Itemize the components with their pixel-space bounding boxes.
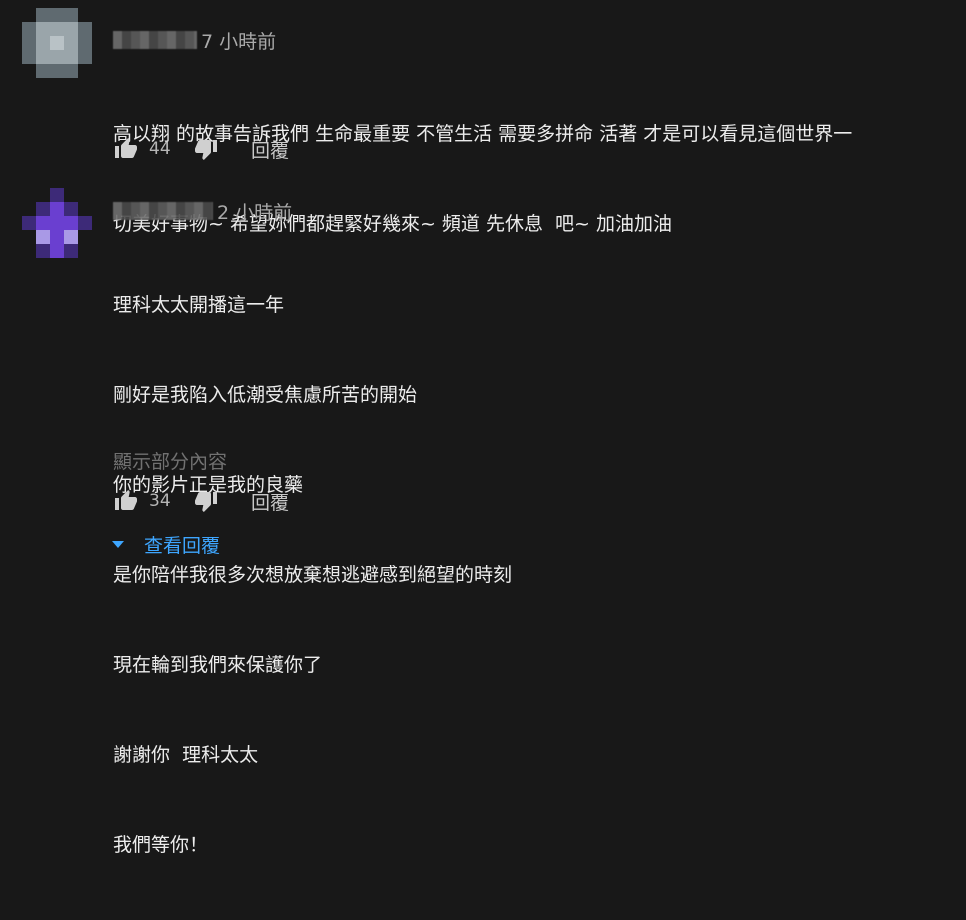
- avatar-pixel: [64, 36, 78, 50]
- comment-header: 2 小時前: [113, 198, 292, 225]
- avatar-pixel: [36, 244, 50, 258]
- avatar-pixel: [50, 202, 64, 216]
- avatar-pixel: [64, 50, 78, 64]
- view-replies-label: 查看回覆: [144, 534, 221, 557]
- avatar-pixel: [50, 22, 64, 36]
- avatar-pixel: [50, 244, 64, 258]
- avatar-pixel: [22, 36, 36, 50]
- dislike-icon[interactable]: [193, 488, 219, 514]
- avatar-pixel: [78, 202, 92, 216]
- avatar-pixel: [22, 230, 36, 244]
- like-count: 44: [149, 139, 171, 159]
- avatar-pixel: [50, 36, 64, 50]
- avatar-pixel: [36, 188, 50, 202]
- avatar-pixel: [64, 216, 78, 230]
- like-count: 34: [149, 491, 171, 511]
- like-icon[interactable]: [113, 136, 139, 162]
- avatar-pixel: [22, 64, 36, 78]
- avatar-pixel: [22, 216, 36, 230]
- reply-button[interactable]: 回覆: [251, 136, 289, 163]
- avatar-pixel: [50, 216, 64, 230]
- avatar-pixel: [22, 244, 36, 258]
- avatar-pixel: [22, 22, 36, 36]
- avatar-pixel: [36, 202, 50, 216]
- reply-button[interactable]: 回覆: [251, 488, 289, 515]
- avatar-pixel: [78, 216, 92, 230]
- avatar-pixel: [64, 22, 78, 36]
- comment-text-line: 現在輪到我們來保護你了: [113, 654, 323, 676]
- avatar-pixel: [50, 50, 64, 64]
- avatar-pixel: [50, 64, 64, 78]
- comment-text-line: 是你陪伴我很多次想放棄想逃避感到絕望的時刻: [113, 564, 513, 586]
- avatar-pixel: [22, 202, 36, 216]
- avatar-pixel: [64, 202, 78, 216]
- chevron-down-icon: [112, 540, 124, 548]
- avatar-pixel: [22, 8, 36, 22]
- author-name-blurred[interactable]: [113, 202, 213, 220]
- comment-text-line: 理科太太開播這一年: [113, 294, 285, 316]
- view-replies-button[interactable]: 查看回覆: [110, 530, 220, 558]
- avatar-pixel: [78, 244, 92, 258]
- comment-header: 7 小時前: [113, 27, 276, 54]
- avatar[interactable]: [22, 8, 92, 78]
- avatar-pixel: [36, 230, 50, 244]
- avatar-pixel: [78, 36, 92, 50]
- avatar-pixel: [36, 22, 50, 36]
- comment-actions: 44 回覆: [113, 134, 289, 164]
- avatar-pixel: [78, 8, 92, 22]
- avatar-pixel: [36, 8, 50, 22]
- avatar-pixel: [22, 188, 36, 202]
- avatar-pixel: [64, 230, 78, 244]
- comment-text-line: 我們等你！: [113, 834, 209, 856]
- avatar-pixel: [64, 64, 78, 78]
- avatar-pixel: [64, 8, 78, 22]
- author-name-blurred[interactable]: [113, 31, 197, 49]
- dislike-icon[interactable]: [193, 136, 219, 162]
- avatar-pixel: [64, 188, 78, 202]
- avatar-pixel: [50, 8, 64, 22]
- comment-text: 理科太太開播這一年 剛好是我陷入低潮受焦慮所苦的開始 你的影片正是我的良藥 是你…: [113, 230, 943, 920]
- avatar-pixel: [36, 50, 50, 64]
- avatar-pixel: [50, 230, 64, 244]
- show-more-link[interactable]: 顯示部分內容: [113, 447, 227, 474]
- avatar-pixel: [78, 188, 92, 202]
- avatar-pixel: [78, 50, 92, 64]
- avatar-pixel: [36, 36, 50, 50]
- avatar-pixel: [36, 216, 50, 230]
- comment-actions: 34 回覆: [113, 486, 289, 516]
- avatar[interactable]: [22, 188, 92, 258]
- comment-timestamp[interactable]: 7 小時前: [201, 27, 276, 54]
- avatar-pixel: [50, 188, 64, 202]
- comment-timestamp[interactable]: 2 小時前: [217, 198, 292, 225]
- avatar-pixel: [78, 22, 92, 36]
- avatar-pixel: [78, 64, 92, 78]
- comment-text-line: 謝謝你 理科太太: [113, 744, 259, 766]
- avatar-pixel: [36, 64, 50, 78]
- avatar-pixel: [64, 244, 78, 258]
- avatar-pixel: [22, 50, 36, 64]
- avatar-pixel: [78, 230, 92, 244]
- comment-text-line: 剛好是我陷入低潮受焦慮所苦的開始: [113, 384, 418, 406]
- like-icon[interactable]: [113, 488, 139, 514]
